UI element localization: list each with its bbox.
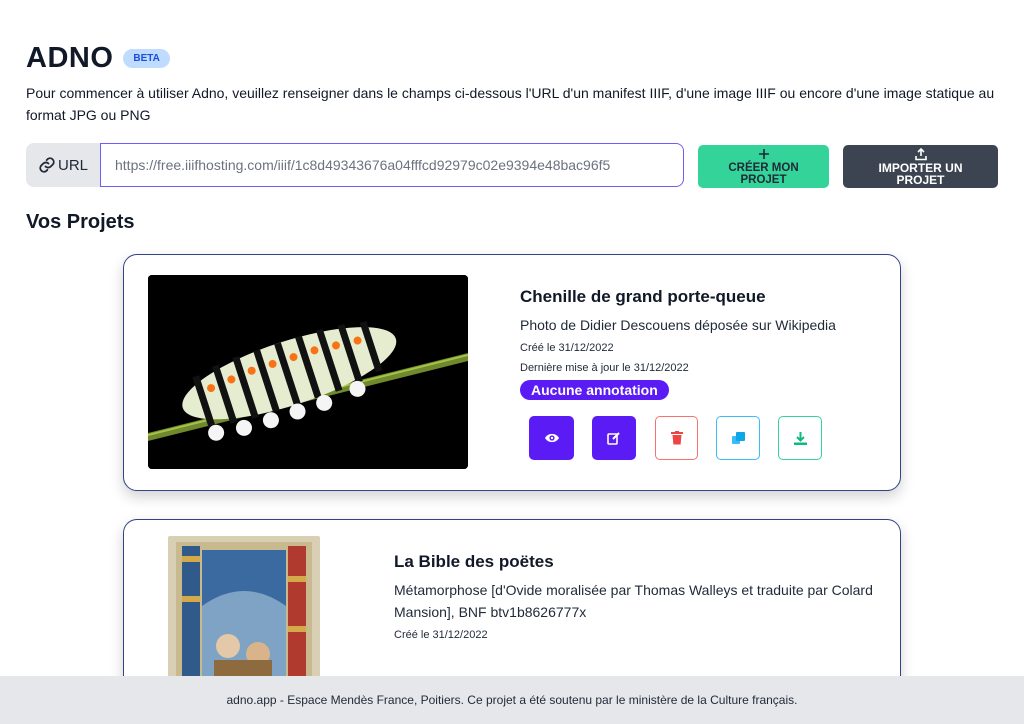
project-created-date: Créé le 31/12/2022 [520, 342, 614, 354]
annotation-count-badge: Aucune annotation [520, 380, 669, 400]
project-card: La Bible des poëtes Métamorphose [d'Ovid… [123, 519, 901, 676]
intro-text: Pour commencer à utiliser Adno, veuillez… [26, 85, 995, 123]
project-title[interactable]: La Bible des poëtes [394, 552, 884, 572]
project-thumbnail[interactable] [168, 536, 320, 676]
link-icon [39, 157, 55, 173]
download-icon [793, 431, 807, 445]
edit-project-button[interactable] [592, 416, 636, 460]
beta-badge: BETA [123, 49, 170, 68]
trash-icon [670, 431, 683, 445]
duplicate-project-button[interactable] [716, 416, 760, 460]
url-input[interactable] [100, 143, 684, 187]
app-main: ADNO BETA Pour commencer à utiliser Adno… [0, 0, 1024, 676]
projects-heading: Vos Projets [26, 211, 135, 233]
project-created-date: Créé le 31/12/2022 [394, 629, 488, 641]
project-description: Photo de Didier Descouens déposée sur Wi… [520, 317, 836, 333]
app-title: ADNO [26, 42, 114, 74]
edit-icon [607, 432, 620, 445]
project-card: Chenille de grand porte-queue Photo de D… [123, 254, 901, 491]
create-project-button[interactable]: CRÉER MON PROJET [698, 145, 829, 188]
page-header: ADNO BETA [26, 42, 170, 75]
url-addon: URL [26, 143, 100, 187]
project-description: Métamorphose [d'Ovide moralisée par Thom… [394, 582, 873, 620]
project-info: La Bible des poëtes Métamorphose [d'Ovid… [394, 552, 884, 649]
download-project-button[interactable] [778, 416, 822, 460]
project-updated-date: Dernière mise à jour le 31/12/2022 [520, 362, 689, 374]
copy-icon [731, 431, 745, 444]
plus-icon [698, 148, 829, 162]
project-info: Chenille de grand porte-queue Photo de D… [520, 287, 890, 400]
view-project-button[interactable] [529, 416, 574, 460]
upload-icon [843, 147, 998, 162]
import-project-label: IMPORTER UN PROJET [878, 161, 963, 187]
import-project-button[interactable]: IMPORTER UN PROJET [843, 145, 998, 188]
project-thumbnail[interactable] [148, 275, 468, 469]
project-title[interactable]: Chenille de grand porte-queue [520, 287, 890, 307]
page-footer: adno.app - Espace Mendès France, Poitier… [0, 676, 1024, 724]
url-addon-label: URL [57, 156, 88, 174]
delete-project-button[interactable] [655, 416, 698, 460]
url-form: URL [26, 143, 684, 187]
eye-icon [544, 433, 559, 443]
footer-text: adno.app - Espace Mendès France, Poitier… [226, 693, 798, 707]
create-project-label: CRÉER MON PROJET [728, 162, 799, 186]
project-actions [529, 416, 822, 460]
